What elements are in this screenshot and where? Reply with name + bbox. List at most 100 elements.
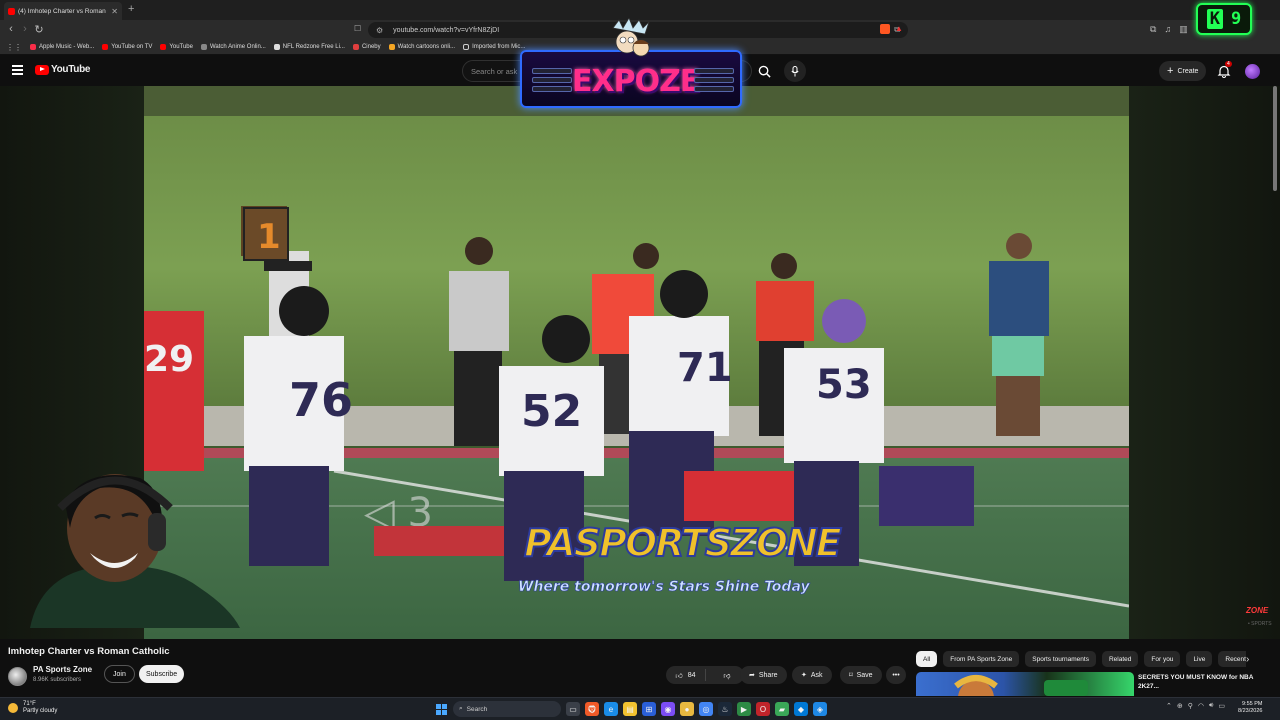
bookmark-item[interactable]: Apple Music - Web... [30,44,94,50]
extensions-icon[interactable]: ⧉ [1150,24,1156,35]
bookmark-item[interactable]: YouTube [160,44,193,50]
down-marker-number: 1 [257,217,281,257]
clock-date: 8/23/2026 [1238,708,1263,715]
chip-for-you[interactable]: For you [1144,651,1181,667]
store-icon[interactable]: ⊞ [642,702,656,716]
sidebar-icon[interactable]: ▥ [1179,24,1188,35]
steam-icon[interactable]: ♨ [718,702,732,716]
bookmark-favicon-icon [273,44,280,50]
browser-tab[interactable]: (4) Imhotep Charter vs Roman Catholic ✕ [4,2,122,20]
share-arrow-icon: ➦ [749,672,755,679]
taskbar-search[interactable]: ⌕ Search [453,701,561,717]
thumbs-up-icon: 👍︎ [675,672,683,680]
youtube-play-icon [35,64,49,75]
new-tab-button[interactable]: + [128,3,134,15]
file-explorer-icon[interactable]: ▤ [623,702,637,716]
video-player[interactable]: ◁ 3 76 52 71 53 29 1 PASPORTSZONE Where … [144,86,1129,639]
chip-recently-uploaded[interactable]: Recently uploaded [1218,651,1246,667]
battery-icon[interactable]: ▭ [1218,702,1225,710]
network-icon[interactable]: ⊕ [1177,702,1183,710]
create-button[interactable]: + Create [1159,61,1207,81]
k9-letter: K [1206,9,1223,29]
page-scrollbar[interactable] [1273,86,1277,191]
mic-tray-icon[interactable]: ⚲ [1188,702,1193,710]
forward-icon[interactable]: › [18,23,32,35]
tray-chevron-icon[interactable]: ⌃ [1166,702,1172,710]
play-icon[interactable]: ▶ [737,702,751,716]
recommendation-chips: All From PA Sports Zone Sports tournamen… [916,651,1246,667]
weather-condition: Partly cloudy [23,708,58,715]
ask-button[interactable]: ✦ Ask [792,666,832,684]
opera-icon[interactable]: O [756,702,770,716]
more-actions-button[interactable]: ••• [886,666,906,684]
bookmark-item[interactable]: Cineby [352,44,381,50]
voice-search-button[interactable] [784,60,806,82]
bookmark-favicon-icon [352,44,359,50]
bookmark-item[interactable]: Watch Anime Onlin... [200,44,266,50]
obs-icon[interactable]: ◉ [661,702,675,716]
jersey-number: 53 [816,362,872,408]
like-button[interactable]: 👍︎ 84 [666,669,706,681]
wifi-icon[interactable]: ◠ [1198,702,1204,710]
chrome-icon[interactable]: ◎ [699,702,713,716]
bookmark-item[interactable]: Watch cartoons onli... [388,44,455,50]
volume-icon[interactable]: 🔊︎ [1209,702,1213,710]
bookmark-item[interactable]: YouTube on TV [102,44,152,50]
account-avatar[interactable] [1245,64,1260,79]
chip-all[interactable]: All [916,651,938,667]
chevron-right-icon[interactable]: › [1246,654,1249,665]
site-info-icon[interactable]: ⚙ [376,26,383,35]
channel-name[interactable]: PA Sports Zone [33,665,92,674]
app-blue2-icon[interactable]: ◈ [813,702,827,716]
chip-from-channel[interactable]: From PA Sports Zone [943,651,1020,667]
close-tab-icon[interactable]: ✕ [111,7,118,16]
tab-title: (4) Imhotep Charter vs Roman Catholic [18,7,108,15]
like-count: 84 [687,671,696,679]
system-clock[interactable]: 9:55 PM 8/23/2026 [1238,701,1262,715]
back-icon[interactable]: ‹ [4,23,18,35]
recommended-video-title[interactable]: SECRETS YOU MUST KNOW for NBA 2K27... [1138,673,1273,691]
windows-taskbar: 71°F Partly cloudy ⌕ Search ▭ 🦁︎ e ▤ ⊞ ◉… [0,697,1280,720]
edge-browser-icon[interactable]: e [604,702,618,716]
hamburger-menu-icon[interactable] [12,65,23,75]
join-button[interactable]: Join [104,665,135,683]
microphone-icon [791,65,799,76]
subscribe-button[interactable]: Subscribe [139,665,185,683]
search-button[interactable] [752,60,776,82]
like-dislike-group: 👍︎ 84 👎︎ [666,666,744,684]
chip-related[interactable]: Related [1101,651,1139,667]
dislike-button[interactable]: 👎︎ [710,671,744,680]
rewards-icon[interactable]: ▲ [895,24,903,33]
temperature: 71°F [23,701,36,707]
recommended-video-thumbnail[interactable] [916,672,1134,696]
bookmark-label: YouTube on TV [111,44,153,50]
chip-live[interactable]: Live [1186,651,1213,667]
apps-grid-icon[interactable]: ⋮⋮ [6,43,22,52]
share-label: Share [758,671,778,679]
app-green-icon[interactable]: ▰ [775,702,789,716]
reload-icon[interactable]: ↻ [32,23,46,36]
search-icon: ⌕ [459,705,463,712]
youtube-logo[interactable]: YouTube [35,64,91,75]
brave-browser-icon[interactable]: 🦁︎ [585,702,599,716]
media-icon[interactable]: ♫ [1164,24,1171,35]
logo-tagline: Where tomorrow's Stars Shine Today [518,579,810,595]
bookmark-label: Cineby [361,44,381,50]
bookmark-item[interactable]: NFL Redzone Free Li... [273,44,345,50]
chip-sports-tournaments[interactable]: Sports tournaments [1025,651,1096,667]
create-label: Create [1177,67,1199,75]
save-button[interactable]: ⌑ Save [840,666,882,684]
bookmark-item[interactable]: Imported from Mic... [463,44,525,50]
share-button[interactable]: ➦ Share [740,666,787,684]
app-blue-icon[interactable]: ◆ [794,702,808,716]
app-icon[interactable]: ● [680,702,694,716]
channel-avatar[interactable] [8,667,27,686]
search-placeholder: Search or ask [471,66,518,76]
weather-widget[interactable]: 71°F Partly cloudy [8,701,57,715]
brave-shield-icon[interactable] [880,24,890,34]
windows-start-icon[interactable] [434,702,448,716]
bookmark-star-icon[interactable]: ☐ [354,24,361,33]
task-view-icon[interactable]: ▭ [566,702,580,716]
thumbs-down-icon: 👎︎ [723,672,731,680]
subscriber-count: 8.96K subscribers [33,677,82,683]
